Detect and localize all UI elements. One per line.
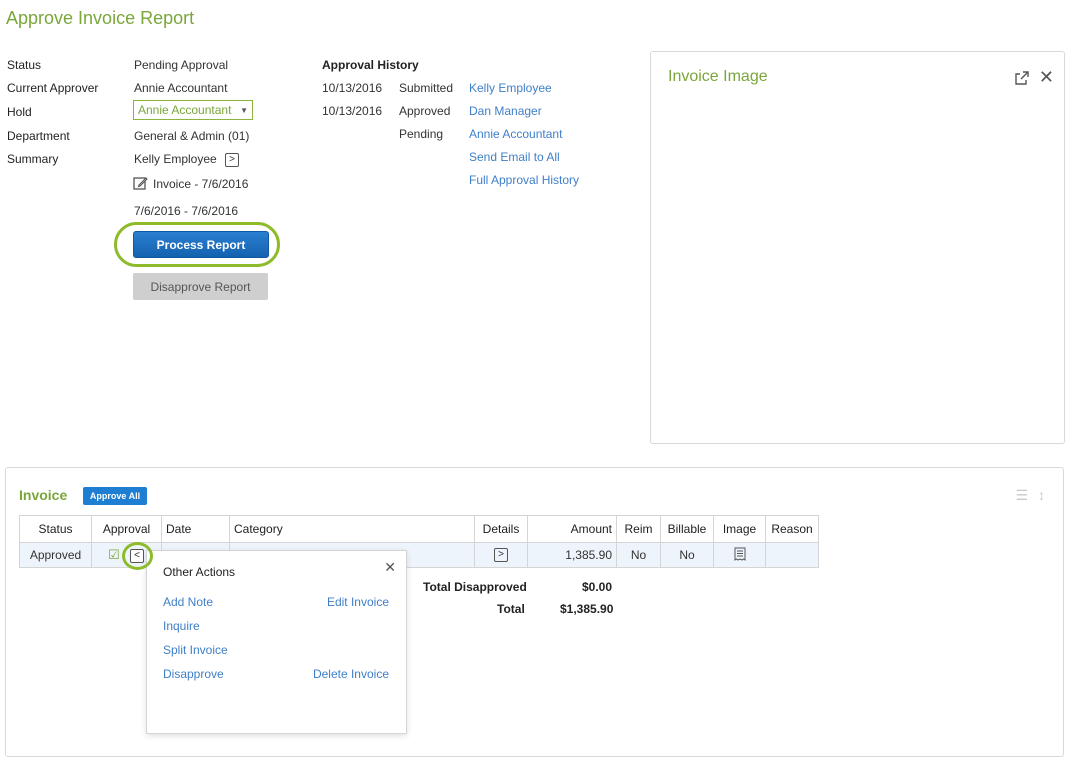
summary-invoice: Invoice - 7/6/2016 bbox=[133, 176, 248, 191]
history-person-link[interactable]: Annie Accountant bbox=[469, 127, 562, 141]
other-actions-popup: Other Actions ✕ Add Note Edit Invoice In… bbox=[146, 550, 407, 734]
history-date: 10/13/2016 bbox=[322, 81, 383, 95]
history-action: Submitted bbox=[399, 81, 454, 95]
history-action: Approved bbox=[399, 104, 451, 118]
inquire-link[interactable]: Inquire bbox=[163, 619, 200, 633]
department-label: Department bbox=[7, 129, 70, 143]
total-disapproved-label: Total Disapproved bbox=[423, 580, 527, 594]
column-header: Image bbox=[713, 515, 766, 543]
hold-select-value: Annie Accountant bbox=[138, 103, 232, 117]
external-link-icon[interactable] bbox=[1014, 70, 1030, 86]
column-header: Date bbox=[161, 515, 230, 543]
column-header: Category bbox=[229, 515, 475, 543]
edit-icon[interactable] bbox=[133, 176, 148, 191]
approved-check-icon[interactable]: ☑ bbox=[108, 547, 120, 563]
summary-invoice-name: Invoice - 7/6/2016 bbox=[153, 176, 249, 191]
close-icon[interactable]: ✕ bbox=[384, 559, 396, 576]
department-value: General & Admin (01) bbox=[134, 129, 250, 143]
column-header: Amount bbox=[527, 515, 617, 543]
column-header: Status bbox=[19, 515, 92, 543]
current-approver-value: Annie Accountant bbox=[134, 81, 228, 95]
expand-vertical-icon[interactable]: ↕ bbox=[1038, 487, 1045, 503]
approve-all-button[interactable]: Approve All bbox=[83, 487, 147, 505]
summary-employee-name: Kelly Employee bbox=[134, 152, 217, 166]
process-report-button[interactable]: Process Report bbox=[133, 231, 269, 258]
invoice-image-title: Invoice Image bbox=[668, 68, 768, 85]
row-image bbox=[713, 542, 766, 568]
disapprove-link[interactable]: Disapprove bbox=[163, 667, 224, 681]
history-person-link[interactable]: Kelly Employee bbox=[469, 81, 552, 95]
send-email-link[interactable]: Send Email to All bbox=[469, 150, 560, 164]
column-header: Details bbox=[474, 515, 528, 543]
table-header-row: Status Approval Date Category Details Am… bbox=[19, 515, 819, 543]
row-amount: 1,385.90 bbox=[527, 542, 617, 568]
history-date: 10/13/2016 bbox=[322, 104, 383, 118]
add-note-link[interactable]: Add Note bbox=[163, 595, 213, 609]
split-invoice-link[interactable]: Split Invoice bbox=[163, 643, 228, 657]
panel-tools: ☰ ↕ bbox=[1016, 487, 1045, 504]
invoice-section-title: Invoice bbox=[19, 487, 68, 503]
row-reim: No bbox=[616, 542, 661, 568]
page-title: Approve Invoice Report bbox=[6, 8, 195, 28]
status-label: Status bbox=[7, 58, 42, 72]
chevron-left-icon[interactable]: < bbox=[130, 549, 144, 563]
history-person-link[interactable]: Dan Manager bbox=[469, 104, 542, 118]
details-chevron-right-icon[interactable]: > bbox=[494, 548, 508, 563]
row-reason bbox=[765, 542, 819, 568]
summary-employee: Kelly Employee > bbox=[134, 152, 240, 167]
approval-history-title: Approval History bbox=[322, 58, 419, 72]
disapprove-report-button[interactable]: Disapprove Report bbox=[133, 273, 268, 300]
hold-select[interactable]: Annie Accountant ▼ bbox=[133, 100, 253, 120]
chevron-down-icon: ▼ bbox=[240, 105, 248, 115]
delete-invoice-link[interactable]: Delete Invoice bbox=[313, 667, 389, 681]
column-header: Reason bbox=[765, 515, 819, 543]
summary-dates: 7/6/2016 - 7/6/2016 bbox=[134, 204, 239, 218]
receipt-icon[interactable] bbox=[734, 547, 746, 561]
total-disapproved-value: $0.00 bbox=[582, 580, 613, 594]
summary-label: Summary bbox=[7, 152, 59, 166]
list-view-icon[interactable]: ☰ bbox=[1016, 487, 1029, 503]
edit-invoice-link[interactable]: Edit Invoice bbox=[327, 595, 389, 609]
row-status: Approved bbox=[19, 542, 92, 568]
hold-label: Hold bbox=[7, 105, 32, 119]
other-actions-title: Other Actions bbox=[163, 565, 236, 579]
column-header: Billable bbox=[660, 515, 714, 543]
current-approver-label: Current Approver bbox=[7, 81, 99, 95]
column-header: Approval bbox=[91, 515, 162, 543]
invoice-image-panel: Invoice Image ✕ bbox=[650, 51, 1065, 444]
column-header: Reim bbox=[616, 515, 661, 543]
chevron-right-icon[interactable]: > bbox=[225, 152, 240, 167]
status-value: Pending Approval bbox=[134, 58, 229, 72]
total-label: Total bbox=[497, 602, 525, 616]
history-action: Pending bbox=[399, 127, 444, 141]
full-approval-history-link[interactable]: Full Approval History bbox=[469, 173, 579, 187]
row-billable: No bbox=[660, 542, 714, 568]
total-value: $1,385.90 bbox=[560, 602, 614, 616]
row-details: > bbox=[474, 542, 528, 568]
close-icon[interactable]: ✕ bbox=[1039, 68, 1054, 86]
